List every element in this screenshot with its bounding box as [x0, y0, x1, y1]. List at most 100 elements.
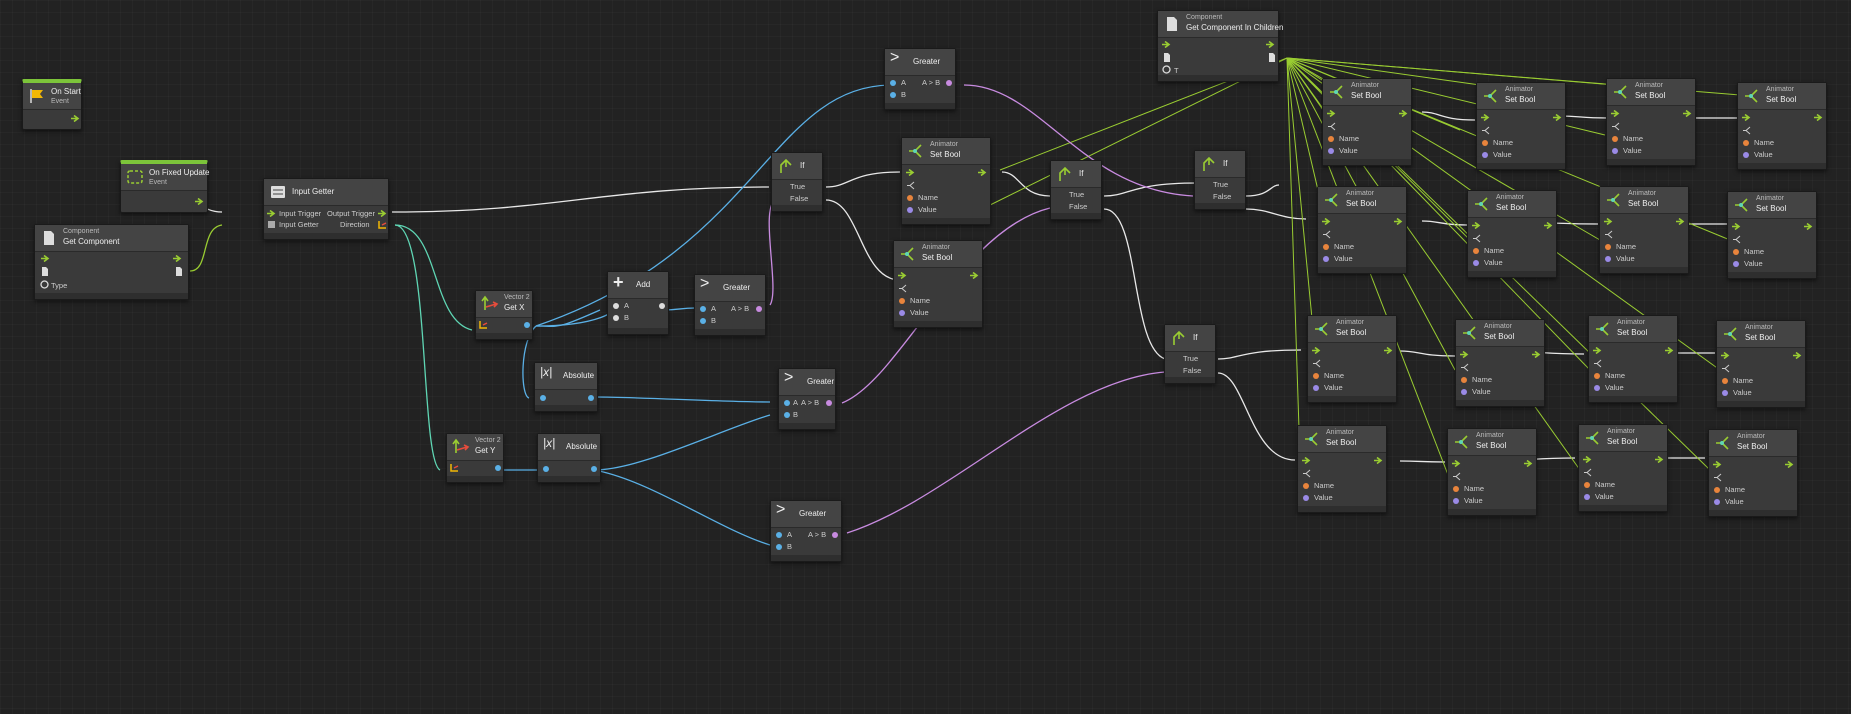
get-component-node[interactable]: Component Get Component Type	[34, 224, 189, 300]
trigger-in-icon[interactable]	[1481, 114, 1491, 121]
trigger-out-icon[interactable]	[1665, 347, 1675, 354]
trigger-in-icon[interactable]	[1593, 347, 1603, 354]
trigger-in-icon[interactable]	[1611, 110, 1621, 117]
value-in-pin[interactable]	[899, 310, 905, 316]
b-in-pin[interactable]	[776, 544, 782, 550]
trigger-in-icon[interactable]	[1327, 110, 1337, 117]
b-in-pin[interactable]	[700, 318, 706, 324]
name-in-pin[interactable]	[1482, 140, 1488, 146]
greater-node-3[interactable]: > Greater A A > B B	[770, 500, 842, 562]
bool-out-pin[interactable]	[756, 306, 762, 312]
trigger-in-icon[interactable]	[1312, 347, 1322, 354]
trigger-out-icon[interactable]	[378, 210, 388, 217]
value-in-pin[interactable]	[1313, 385, 1319, 391]
trigger-out-icon[interactable]	[1804, 223, 1814, 230]
graph-canvas[interactable]: On Start Event On Fixed Update Event Com…	[0, 0, 1851, 714]
b-in-pin[interactable]	[613, 315, 619, 321]
value-in-pin[interactable]	[1461, 389, 1467, 395]
trigger-in-icon[interactable]	[898, 272, 908, 279]
name-in-pin[interactable]	[899, 298, 905, 304]
animator-set-bool-node[interactable]: Animator Set Bool Name Value	[1588, 315, 1678, 403]
trigger-out-icon[interactable]	[1683, 110, 1693, 117]
name-in-pin[interactable]	[1743, 140, 1749, 146]
value-in-pin[interactable]	[1323, 256, 1329, 262]
name-in-pin[interactable]	[907, 195, 913, 201]
value-in-pin[interactable]	[1303, 495, 1309, 501]
trigger-in-icon[interactable]	[1460, 351, 1470, 358]
animator-set-bool-node[interactable]: Animator Set Bool Name Value	[1708, 429, 1798, 517]
float-out-pin[interactable]	[591, 466, 597, 472]
animator-set-bool-node[interactable]: Animator Set Bool Name Value	[1307, 315, 1397, 403]
trigger-out-icon[interactable]	[1655, 456, 1665, 463]
add-node[interactable]: + Add A B	[607, 271, 669, 335]
if-node-3[interactable]: If True False	[1194, 150, 1246, 210]
on-fixed-update-node[interactable]: On Fixed Update Event	[120, 160, 209, 213]
name-in-pin[interactable]	[1303, 483, 1309, 489]
a-in-pin[interactable]	[700, 306, 706, 312]
absolute-node-1[interactable]: |x| Absolute	[534, 362, 598, 412]
trigger-out-icon[interactable]	[1524, 460, 1534, 467]
animator-set-bool-node[interactable]: Animator Set Bool Name Value	[1467, 190, 1557, 278]
a-in-pin[interactable]	[784, 400, 790, 406]
trigger-in-icon[interactable]	[1742, 114, 1752, 121]
trigger-out-icon[interactable]	[1553, 114, 1563, 121]
trigger-out-icon[interactable]	[970, 272, 980, 279]
trigger-out-icon[interactable]	[173, 255, 183, 262]
animator-set-bool-node[interactable]: Animator Set Bool Name Value	[1599, 186, 1689, 274]
greater-node-2[interactable]: > Greater A A > B B	[778, 368, 836, 430]
animator-set-bool-node[interactable]: Animator Set Bool Name Value	[1455, 319, 1545, 407]
trigger-out-icon[interactable]	[1544, 222, 1554, 229]
trigger-out-icon[interactable]	[1814, 114, 1824, 121]
animator-set-bool-node[interactable]: Animator Set Bool Name Value	[1476, 82, 1566, 170]
sum-out-pin[interactable]	[659, 303, 665, 309]
absolute-node-2[interactable]: |x| Absolute	[537, 433, 601, 483]
animator-set-bool-node[interactable]: Animator Set Bool Name Value	[1447, 428, 1537, 516]
trigger-out-icon[interactable]	[1793, 352, 1803, 359]
on-start-node[interactable]: On Start Event	[22, 79, 82, 130]
trigger-out-icon[interactable]	[71, 115, 81, 122]
b-in-pin[interactable]	[784, 412, 790, 418]
trigger-out-icon[interactable]	[1399, 110, 1409, 117]
value-in-pin[interactable]	[1328, 148, 1334, 154]
trigger-in-icon[interactable]	[1322, 218, 1332, 225]
trigger-out-icon[interactable]	[1374, 457, 1384, 464]
vector2-get-x-node[interactable]: Vector 2 Get X	[475, 290, 533, 340]
trigger-in-icon[interactable]	[1302, 457, 1312, 464]
animator-set-bool-node[interactable]: Animator Set Bool Name Value	[893, 240, 983, 328]
trigger-out-icon[interactable]	[978, 169, 988, 176]
trigger-out-icon[interactable]	[1394, 218, 1404, 225]
input-getter-node[interactable]: Input Getter Input Trigger Output Trigge…	[263, 178, 389, 240]
a-in-pin[interactable]	[776, 532, 782, 538]
trigger-in-icon[interactable]	[1713, 461, 1723, 468]
value-in-pin[interactable]	[1722, 390, 1728, 396]
trigger-in-icon[interactable]	[1583, 456, 1593, 463]
value-in-pin[interactable]	[1473, 260, 1479, 266]
name-in-pin[interactable]	[1584, 482, 1590, 488]
name-in-pin[interactable]	[1605, 244, 1611, 250]
animator-set-bool-node[interactable]: Animator Set Bool Name Value	[1578, 424, 1668, 512]
trigger-in-icon[interactable]	[1721, 352, 1731, 359]
name-in-pin[interactable]	[1328, 136, 1334, 142]
if-node-1[interactable]: If True False	[771, 152, 823, 212]
name-in-pin[interactable]	[1461, 377, 1467, 383]
name-in-pin[interactable]	[1722, 378, 1728, 384]
value-in-pin[interactable]	[1743, 152, 1749, 158]
trigger-out-icon[interactable]	[1384, 347, 1394, 354]
animator-set-bool-node[interactable]: Animator Set Bool Name Value	[1716, 320, 1806, 408]
float-out-pin[interactable]	[588, 395, 594, 401]
trigger-out-icon[interactable]	[1266, 41, 1276, 48]
float-in-pin[interactable]	[540, 395, 546, 401]
trigger-out-icon[interactable]	[1785, 461, 1795, 468]
vector2-get-y-node[interactable]: Vector 2 Get Y	[446, 433, 504, 483]
if-node-2[interactable]: If True False	[1050, 160, 1102, 220]
greater-node-1[interactable]: > Greater A A > B B	[694, 274, 766, 336]
value-in-pin[interactable]	[1714, 499, 1720, 505]
trigger-in-icon[interactable]	[267, 210, 277, 217]
float-out-pin[interactable]	[495, 465, 501, 471]
name-in-pin[interactable]	[1612, 136, 1618, 142]
animator-set-bool-node[interactable]: Animator Set Bool Name Value	[1606, 78, 1696, 166]
value-in-pin[interactable]	[1612, 148, 1618, 154]
value-in-pin[interactable]	[1605, 256, 1611, 262]
get-component-in-children-node[interactable]: Component Get Component In Children T	[1157, 10, 1283, 82]
value-in-pin[interactable]	[1453, 498, 1459, 504]
